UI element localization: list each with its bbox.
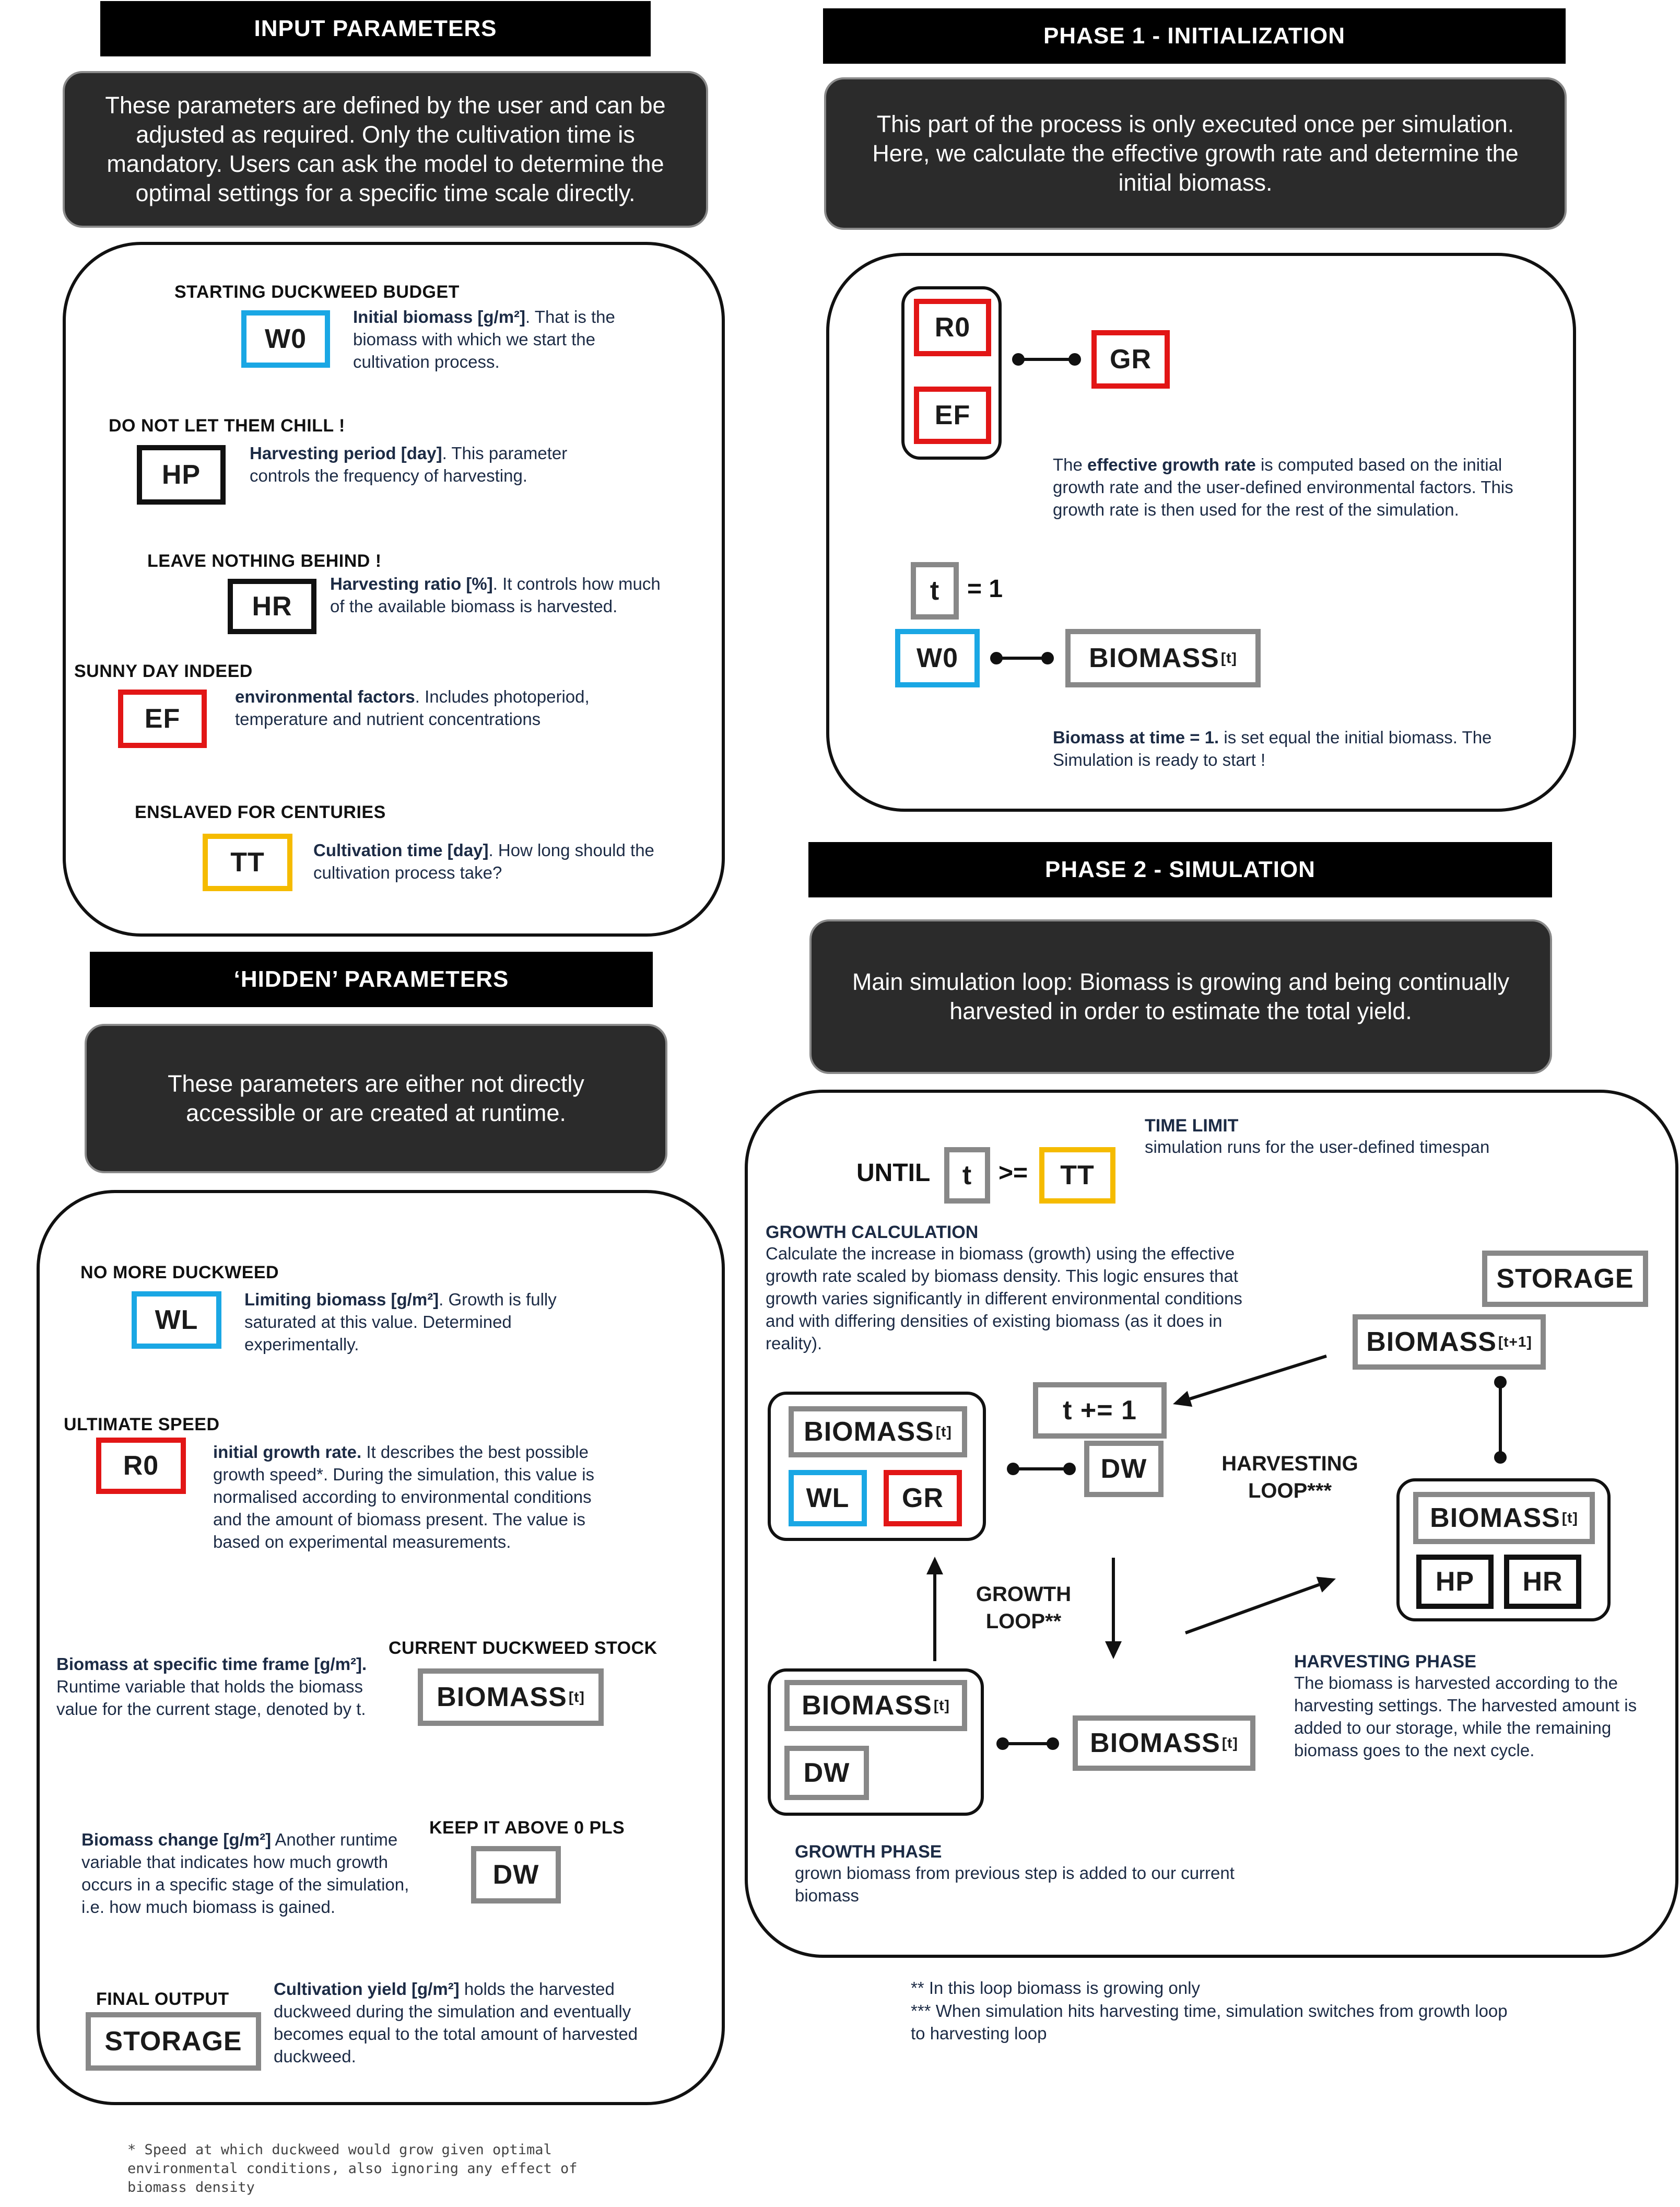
dw-down-arrow bbox=[1105, 1558, 1122, 1659]
r0ef-to-gr-connector bbox=[1012, 353, 1081, 366]
growth-group-to-dw-connector bbox=[1007, 1463, 1076, 1475]
biomass-next-to-t-increment-arrow bbox=[1173, 1354, 1327, 1407]
growth-phase-to-biomass-connector bbox=[996, 1737, 1059, 1750]
to-harvesting-arrow bbox=[1184, 1577, 1336, 1634]
storage-to-biomass-next-connector bbox=[1494, 1376, 1507, 1464]
growth-phase-up-arrow bbox=[926, 1557, 943, 1661]
w0-to-biomass-connector bbox=[990, 652, 1054, 664]
connector-lines bbox=[926, 353, 1507, 1750]
